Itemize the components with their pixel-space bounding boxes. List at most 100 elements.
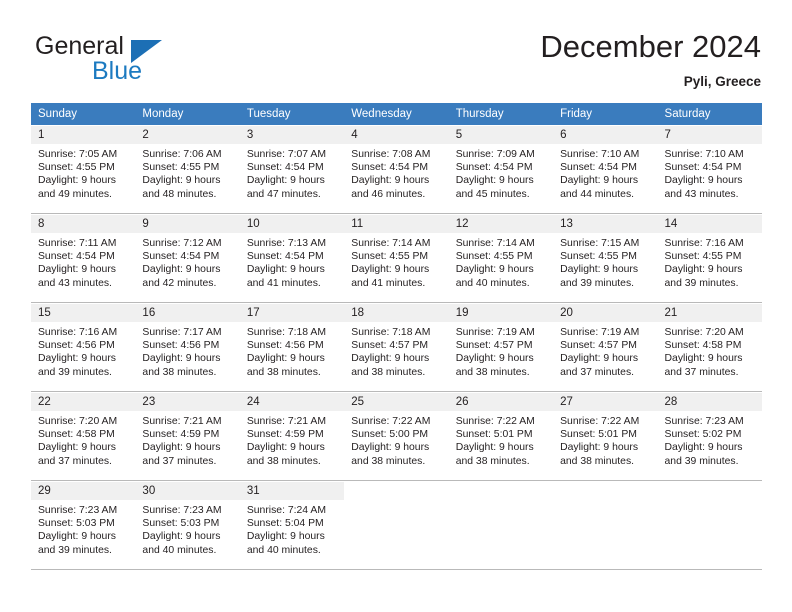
calendar-day-cell[interactable]: 29 Sunrise: 7:23 AM Sunset: 5:03 PM Dayligh… <box>31 481 136 569</box>
day-sun-info <box>344 500 448 504</box>
calendar-week-row: 29 Sunrise: 7:23 AM Sunset: 5:03 PM Dayligh… <box>31 481 762 570</box>
calendar-day-cell-empty <box>448 481 554 569</box>
sunrise-text: Sunrise: 7:24 AM <box>246 505 326 516</box>
calendar-day-cell[interactable]: 8 Sunrise: 7:11 AM Sunset: 4:54 PM Daylight… <box>31 214 136 302</box>
calendar-day-cell[interactable]: 16 Sunrise: 7:17 AM Sunset: 4:56 PM Dayligh… <box>135 303 240 391</box>
calendar-day-cell[interactable]: 11 Sunrise: 7:14 AM Sunset: 4:55 PM Dayligh… <box>344 214 449 302</box>
daylight-text-line2: and 48 minutes. <box>142 188 217 200</box>
day-sun-info: Sunrise: 7:10 AM Sunset: 4:54 PM Daylight:… <box>658 144 762 201</box>
day-number: 30 <box>135 481 240 500</box>
calendar-day-cell[interactable]: 10 Sunrise: 7:13 AM Sunset: 4:54 PM Dayligh… <box>239 214 345 302</box>
calendar-day-cell[interactable]: 26 Sunrise: 7:22 AM Sunset: 5:01 PM Dayligh… <box>448 392 554 480</box>
daylight-text-line1: Daylight: 9 hours <box>142 264 221 276</box>
day-sun-info: Sunrise: 7:15 AM Sunset: 4:55 PM Daylight:… <box>553 233 657 290</box>
calendar-day-cell[interactable]: 13 Sunrise: 7:15 AM Sunset: 4:55 PM Dayligh… <box>553 214 658 302</box>
calendar-day-cell[interactable]: 28 Sunrise: 7:23 AM Sunset: 5:02 PM Dayligh… <box>657 392 762 480</box>
daylight-text-line1: Daylight: 9 hours <box>38 442 116 454</box>
sunrise-text: Sunrise: 7:23 AM <box>38 505 118 516</box>
day-number: 14 <box>657 214 762 233</box>
calendar-day-cell[interactable]: 23 Sunrise: 7:21 AM Sunset: 4:59 PM Dayligh… <box>135 392 240 480</box>
sunrise-text: Sunrise: 7:19 AM <box>560 327 640 338</box>
calendar-day-cell[interactable]: 17 Sunrise: 7:18 AM Sunset: 4:56 PM Dayligh… <box>239 303 345 391</box>
daylight-text-line1: Daylight: 9 hours <box>351 442 430 454</box>
sunrise-text: Sunrise: 7:16 AM <box>664 238 744 249</box>
day-sun-info: Sunrise: 7:22 AM Sunset: 5:00 PM Daylight:… <box>344 411 448 468</box>
calendar-day-cell[interactable]: 12 Sunrise: 7:14 AM Sunset: 4:55 PM Dayligh… <box>448 214 554 302</box>
calendar-day-cell[interactable]: 24 Sunrise: 7:21 AM Sunset: 4:59 PM Dayligh… <box>239 392 345 480</box>
logo-text-blue: Blue <box>92 57 143 85</box>
daylight-text-line1: Daylight: 9 hours <box>351 264 430 276</box>
calendar-day-cell[interactable]: 21 Sunrise: 7:20 AM Sunset: 4:58 PM Dayligh… <box>657 303 762 391</box>
daylight-text-line2: and 38 minutes. <box>142 366 217 378</box>
calendar-day-cell[interactable]: 15 Sunrise: 7:16 AM Sunset: 4:56 PM Dayligh… <box>31 303 136 391</box>
day-number: 26 <box>448 392 554 411</box>
daylight-text-line1: Daylight: 9 hours <box>455 353 534 365</box>
calendar-day-cell[interactable]: 6 Sunrise: 7:10 AM Sunset: 4:54 PM Daylight… <box>553 125 658 213</box>
daylight-text-line1: Daylight: 9 hours <box>142 353 221 365</box>
calendar-day-cell[interactable]: 25 Sunrise: 7:22 AM Sunset: 5:00 PM Dayligh… <box>344 392 449 480</box>
sunset-text: Sunset: 4:55 PM <box>455 251 533 263</box>
day-sun-info: Sunrise: 7:16 AM Sunset: 4:56 PM Daylight:… <box>31 322 135 379</box>
daylight-text-line1: Daylight: 9 hours <box>664 175 743 187</box>
general-blue-logo[interactable]: General Blue <box>31 32 261 92</box>
day-sun-info: Sunrise: 7:23 AM Sunset: 5:03 PM Daylight:… <box>135 500 239 557</box>
calendar-day-cell[interactable]: 9 Sunrise: 7:12 AM Sunset: 4:54 PM Daylight… <box>135 214 240 302</box>
calendar-day-cell[interactable]: 7 Sunrise: 7:10 AM Sunset: 4:54 PM Daylight… <box>657 125 762 213</box>
day-number: 27 <box>553 392 658 411</box>
day-sun-info: Sunrise: 7:12 AM Sunset: 4:54 PM Daylight:… <box>135 233 239 290</box>
calendar-day-cell[interactable]: 5 Sunrise: 7:09 AM Sunset: 4:54 PM Daylight… <box>448 125 554 213</box>
sunset-text: Sunset: 5:01 PM <box>455 429 533 441</box>
day-number: 25 <box>344 392 449 411</box>
daylight-text-line1: Daylight: 9 hours <box>38 353 116 365</box>
sunrise-text: Sunrise: 7:18 AM <box>351 327 431 338</box>
day-number: 20 <box>553 303 658 322</box>
day-sun-info: Sunrise: 7:18 AM Sunset: 4:56 PM Daylight:… <box>240 322 344 379</box>
calendar-day-cell[interactable]: 1 Sunrise: 7:05 AM Sunset: 4:55 PM Daylight… <box>31 125 136 213</box>
sunrise-text: Sunrise: 7:21 AM <box>246 416 326 427</box>
day-sun-info: Sunrise: 7:23 AM Sunset: 5:02 PM Daylight:… <box>658 411 762 468</box>
sunset-text: Sunset: 4:58 PM <box>664 340 742 352</box>
calendar-day-cell[interactable]: 27 Sunrise: 7:22 AM Sunset: 5:01 PM Dayligh… <box>553 392 658 480</box>
calendar-day-cell[interactable]: 31 Sunrise: 7:24 AM Sunset: 5:04 PM Dayligh… <box>239 481 345 569</box>
calendar-day-cell[interactable]: 14 Sunrise: 7:16 AM Sunset: 4:55 PM Dayligh… <box>657 214 762 302</box>
day-sun-info: Sunrise: 7:20 AM Sunset: 4:58 PM Daylight:… <box>658 322 762 379</box>
sunrise-text: Sunrise: 7:07 AM <box>246 149 326 160</box>
day-number: 22 <box>31 392 136 411</box>
calendar-day-cell[interactable]: 3 Sunrise: 7:07 AM Sunset: 4:54 PM Daylight… <box>239 125 345 213</box>
calendar-week-row: 8 Sunrise: 7:11 AM Sunset: 4:54 PM Daylight… <box>31 214 762 303</box>
calendar-day-cell[interactable]: 18 Sunrise: 7:18 AM Sunset: 4:57 PM Dayligh… <box>344 303 449 391</box>
daylight-text-line1: Daylight: 9 hours <box>664 353 743 365</box>
day-number: 5 <box>448 125 554 144</box>
sunrise-text: Sunrise: 7:11 AM <box>38 238 117 249</box>
calendar-page: General Blue December 2024 Pyli, Greece … <box>0 0 792 612</box>
daylight-text-line2: and 38 minutes. <box>455 455 530 467</box>
calendar-day-cell[interactable]: 20 Sunrise: 7:19 AM Sunset: 4:57 PM Dayligh… <box>553 303 658 391</box>
daylight-text-line1: Daylight: 9 hours <box>351 353 430 365</box>
calendar-day-cell[interactable]: 4 Sunrise: 7:08 AM Sunset: 4:54 PM Daylight… <box>344 125 449 213</box>
calendar-day-cell[interactable]: 19 Sunrise: 7:19 AM Sunset: 4:57 PM Dayligh… <box>448 303 554 391</box>
weekday-header-saturday: Saturday <box>664 108 711 120</box>
title-block: December 2024 Pyli, Greece <box>540 28 761 91</box>
calendar-day-cell-empty <box>657 481 762 569</box>
sunrise-text: Sunrise: 7:22 AM <box>455 416 535 427</box>
weekday-header-row: Sunday Monday Tuesday Wednesday Thursday… <box>31 103 762 125</box>
day-number <box>657 481 762 500</box>
weekday-header-friday: Friday <box>560 108 593 120</box>
sunset-text: Sunset: 5:04 PM <box>246 518 324 530</box>
sunrise-text: Sunrise: 7:18 AM <box>246 327 326 338</box>
calendar-weeks: 1 Sunrise: 7:05 AM Sunset: 4:55 PM Daylight… <box>31 125 762 570</box>
calendar-day-cell[interactable]: 22 Sunrise: 7:20 AM Sunset: 4:58 PM Dayligh… <box>31 392 136 480</box>
sunset-text: Sunset: 5:03 PM <box>38 518 115 530</box>
weekday-header-wednesday: Wednesday <box>351 108 412 120</box>
day-number: 1 <box>31 125 136 144</box>
daylight-text-line2: and 38 minutes. <box>246 455 321 467</box>
daylight-text-line1: Daylight: 9 hours <box>560 442 639 454</box>
daylight-text-line2: and 47 minutes. <box>246 188 321 200</box>
daylight-text-line2: and 37 minutes. <box>664 366 739 378</box>
calendar-day-cell[interactable]: 30 Sunrise: 7:23 AM Sunset: 5:03 PM Dayligh… <box>135 481 240 569</box>
daylight-text-line1: Daylight: 9 hours <box>455 175 534 187</box>
day-number: 24 <box>239 392 345 411</box>
daylight-text-line2: and 40 minutes. <box>455 277 530 289</box>
sunset-text: Sunset: 4:54 PM <box>351 162 429 174</box>
calendar-day-cell[interactable]: 2 Sunrise: 7:06 AM Sunset: 4:55 PM Daylight… <box>135 125 240 213</box>
